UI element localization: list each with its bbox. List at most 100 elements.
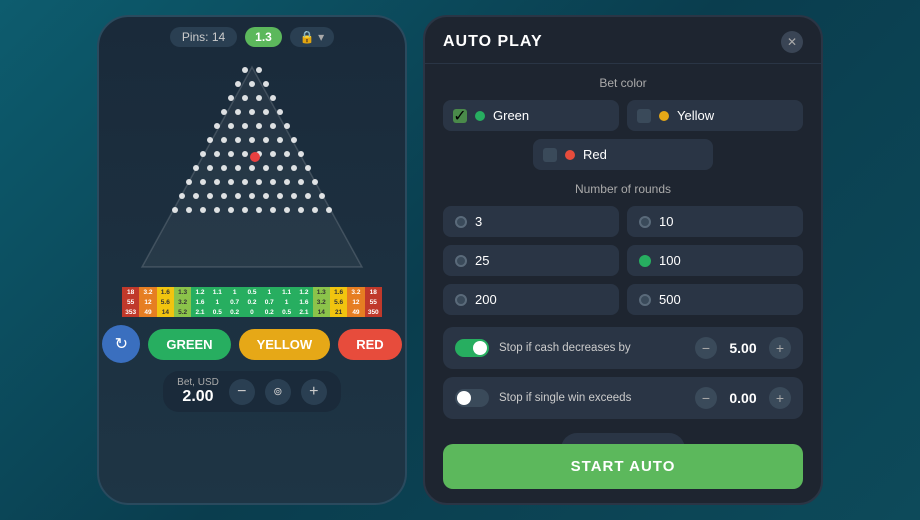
score-cell: 1.2 — [295, 287, 312, 297]
stop-win-value-area: − 0.00 + — [695, 387, 791, 409]
round-btn-100[interactable]: 100 — [627, 245, 803, 276]
bet-decrease-button[interactable]: − — [229, 379, 255, 405]
bet-area: Bet, USD 2.00 − ⊚ + — [163, 371, 341, 412]
stop-win-toggle[interactable] — [455, 389, 489, 407]
bet-color-red[interactable]: Red — [533, 139, 713, 170]
score-cell: 0.7 — [261, 297, 278, 307]
pin — [291, 137, 297, 143]
round-btn-500[interactable]: 500 — [627, 284, 803, 315]
pin — [235, 165, 241, 171]
pin — [242, 179, 248, 185]
score-cell: 0.2 — [243, 297, 260, 307]
pin — [200, 151, 206, 157]
pin — [284, 123, 290, 129]
green-button[interactable]: GREEN — [148, 329, 230, 360]
pin — [228, 207, 234, 213]
pin — [270, 95, 276, 101]
score-cell: 5.2 — [174, 307, 191, 317]
stop-win-increase[interactable]: + — [769, 387, 791, 409]
pin — [256, 95, 262, 101]
score-cell: 49 — [347, 307, 364, 317]
score-cell: 0.2 — [226, 307, 243, 317]
round-btn-10[interactable]: 10 — [627, 206, 803, 237]
yellow-label: Yellow — [677, 108, 714, 123]
pin-row-10 — [179, 193, 325, 199]
lock-icon-badge[interactable]: 🔒 ▾ — [290, 27, 334, 47]
round-btn-200[interactable]: 200 — [443, 284, 619, 315]
round-btn-25[interactable]: 25 — [443, 245, 619, 276]
bet-color-green[interactable]: ✓ Green — [443, 100, 619, 131]
pin — [277, 165, 283, 171]
stop-cash-increase[interactable]: + — [769, 337, 791, 359]
stop-cash-value-area: − 5.00 + — [695, 337, 791, 359]
pin — [242, 123, 248, 129]
stop-cash-text: Stop if cash decreases by — [499, 340, 685, 356]
pin — [235, 81, 241, 87]
round-value-200: 200 — [475, 292, 497, 307]
pin — [221, 193, 227, 199]
pins-badge: Pins: 14 — [170, 27, 237, 47]
pin — [270, 179, 276, 185]
pin — [242, 207, 248, 213]
pin — [305, 165, 311, 171]
pin-row-9 — [186, 179, 318, 185]
score-cell: 0.5 — [209, 307, 226, 317]
pin — [193, 193, 199, 199]
pin — [249, 81, 255, 87]
score-cell: 1 — [209, 297, 226, 307]
score-cell: 21 — [330, 307, 347, 317]
pin — [277, 109, 283, 115]
pin — [319, 193, 325, 199]
score-cell: 5.6 — [330, 297, 347, 307]
round-radio-3 — [455, 216, 467, 228]
score-cell: 0.5 — [243, 287, 260, 297]
pin — [263, 137, 269, 143]
pin — [221, 109, 227, 115]
score-cell: 1.3 — [313, 287, 330, 297]
score-cell: 1.6 — [295, 297, 312, 307]
app-container: Pins: 14 1.3 🔒 ▾ — [0, 0, 920, 520]
pin — [256, 67, 262, 73]
stop-win-decrease[interactable]: − — [695, 387, 717, 409]
pin — [228, 95, 234, 101]
score-cell: 0.5 — [278, 307, 295, 317]
stop-cash-decrease[interactable]: − — [695, 337, 717, 359]
score-cell: 0 — [243, 307, 260, 317]
bet-label: Bet, USD 2.00 — [177, 377, 219, 406]
bet-stack-icon[interactable]: ⊚ — [265, 379, 291, 405]
yellow-button[interactable]: YELLOW — [239, 329, 331, 360]
pin — [249, 165, 255, 171]
bet-color-yellow[interactable]: Yellow — [627, 100, 803, 131]
close-button[interactable]: ✕ — [781, 31, 803, 53]
refresh-button[interactable]: ↻ — [102, 325, 140, 363]
round-value-10: 10 — [659, 214, 673, 229]
score-row-3: 353 49 14 5.2 2.1 0.5 0.2 0 0.2 0.5 2.1 … — [122, 307, 382, 317]
more-options-button[interactable]: More options ▾ — [561, 433, 685, 444]
pin — [284, 151, 290, 157]
pin — [228, 179, 234, 185]
pin — [242, 151, 248, 157]
round-btn-3[interactable]: 3 — [443, 206, 619, 237]
bet-increase-button[interactable]: + — [301, 379, 327, 405]
bet-color-red-center: Red — [443, 139, 803, 170]
green-label: Green — [493, 108, 529, 123]
pin — [256, 179, 262, 185]
game-area: 18 3.2 1.6 1.3 1.2 1.1 1 0.5 1 1.1 1.2 1… — [122, 57, 382, 317]
round-radio-200 — [455, 294, 467, 306]
pin — [207, 193, 213, 199]
rounds-grid: 3 10 25 100 200 — [443, 206, 803, 315]
auto-play-body: Bet color ✓ Green Yellow Red — [425, 64, 821, 444]
score-cell: 3.2 — [174, 297, 191, 307]
pin-row-3 — [228, 95, 276, 101]
red-button[interactable]: RED — [338, 329, 401, 360]
start-auto-label: START AUTO — [571, 458, 676, 475]
pin — [284, 179, 290, 185]
stop-cash-toggle[interactable] — [455, 339, 489, 357]
pin — [221, 165, 227, 171]
pin — [298, 207, 304, 213]
score-cell: 2.1 — [295, 307, 312, 317]
round-value-500: 500 — [659, 292, 681, 307]
pin — [305, 193, 311, 199]
pin — [228, 123, 234, 129]
start-auto-button[interactable]: START AUTO — [443, 444, 803, 489]
